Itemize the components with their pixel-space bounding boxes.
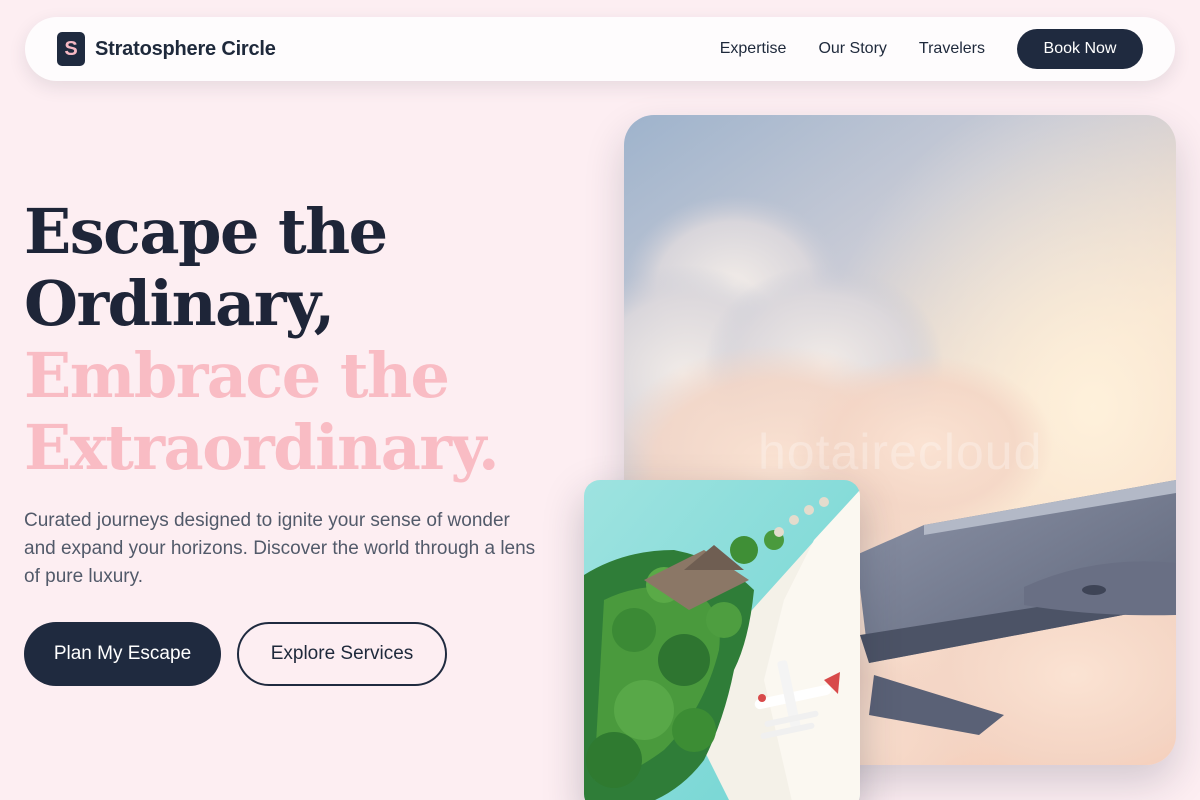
explore-services-button[interactable]: Explore Services bbox=[237, 622, 447, 686]
brand-name: Stratosphere Circle bbox=[95, 37, 276, 60]
hero-title-accent-line: Extraordinary. bbox=[24, 411, 500, 484]
hero-title-line: Escape the bbox=[24, 195, 388, 268]
navbar: S Stratosphere Circle Expertise Our Stor… bbox=[25, 17, 1175, 81]
book-now-button[interactable]: Book Now bbox=[1017, 29, 1143, 69]
logo-icon: S bbox=[57, 32, 85, 66]
island-image bbox=[584, 480, 860, 800]
hero-title-accent-line: Embrace the bbox=[24, 339, 450, 412]
hero-title: Escape the Ordinary, Embrace the Extraor… bbox=[24, 196, 584, 484]
landing-page: S Stratosphere Circle Expertise Our Stor… bbox=[0, 0, 1200, 800]
nav-link-our-story[interactable]: Our Story bbox=[818, 40, 886, 58]
hero-title-line: Ordinary, bbox=[24, 267, 335, 340]
main-nav: Expertise Our Story Travelers Book Now bbox=[688, 29, 1143, 69]
hero-subtitle: Curated journeys designed to ignite your… bbox=[24, 510, 536, 587]
image-watermark: hotairecloud bbox=[758, 424, 1043, 480]
nav-link-expertise[interactable]: Expertise bbox=[720, 40, 787, 58]
brand[interactable]: S Stratosphere Circle bbox=[57, 32, 276, 66]
plan-my-escape-button[interactable]: Plan My Escape bbox=[24, 622, 221, 686]
tropical-island-icon bbox=[584, 480, 860, 800]
nav-link-travelers[interactable]: Travelers bbox=[919, 40, 985, 58]
